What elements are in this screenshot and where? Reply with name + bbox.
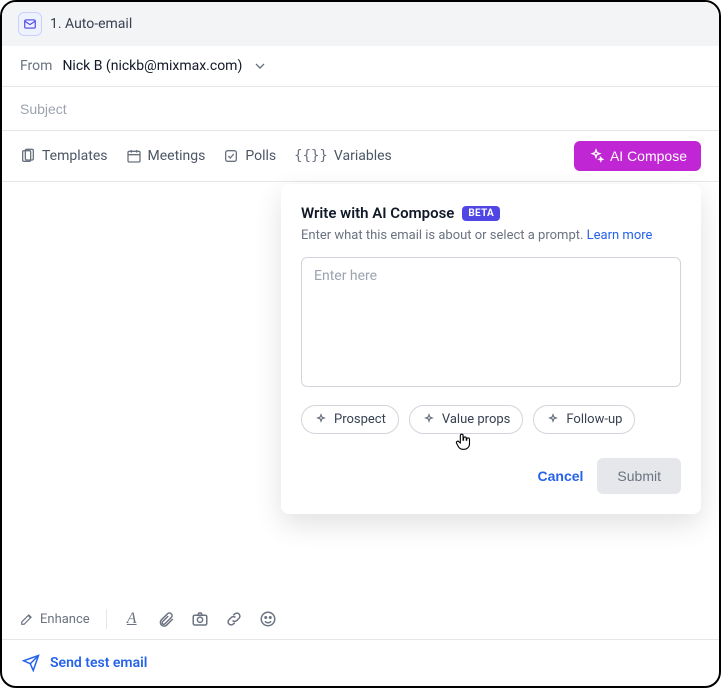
variables-icon: {{}}: [294, 148, 328, 164]
footer: Send test email: [2, 639, 719, 686]
variables-button[interactable]: {{}} Variables: [294, 148, 392, 164]
sparkle-icon: [314, 413, 328, 427]
from-row: From Nick B (nickb@mixmax.com): [2, 46, 719, 87]
ai-compose-button[interactable]: AI Compose: [574, 141, 701, 171]
compose-window: 1. Auto-email From Nick B (nickb@mixmax.…: [0, 0, 721, 688]
subject-row: [2, 87, 719, 131]
chip-prospect[interactable]: Prospect: [301, 405, 399, 434]
enhance-button[interactable]: Enhance: [20, 612, 90, 627]
divider: [106, 609, 107, 629]
chevron-down-icon[interactable]: [252, 58, 268, 74]
sparkle-icon: [422, 413, 436, 427]
chip-follow-up-label: Follow-up: [566, 412, 622, 427]
meetings-label: Meetings: [148, 148, 206, 164]
from-value: Nick B (nickb@mixmax.com): [62, 58, 242, 74]
link-icon[interactable]: [225, 610, 243, 628]
email-body-area[interactable]: Write with AI Compose BETA Enter what th…: [2, 182, 719, 599]
popover-subtitle: Enter what this email is about or select…: [301, 228, 681, 243]
attachment-icon[interactable]: [157, 610, 175, 628]
stage-header: 1. Auto-email: [2, 2, 719, 46]
beta-badge: BETA: [462, 206, 500, 221]
subject-input[interactable]: [20, 101, 701, 117]
chip-follow-up[interactable]: Follow-up: [533, 405, 635, 434]
chip-prospect-label: Prospect: [334, 412, 386, 427]
stage-title: 1. Auto-email: [50, 16, 132, 32]
chip-value-props-label: Value props: [442, 412, 511, 427]
popover-title: Write with AI Compose: [301, 204, 454, 222]
polls-button[interactable]: Polls: [223, 148, 276, 164]
formatting-toolbar: Enhance A: [2, 599, 719, 639]
popover-subtitle-text: Enter what this email is about or select…: [301, 228, 587, 243]
cursor-hand-icon: [453, 430, 475, 454]
ai-prompt-input[interactable]: [301, 257, 681, 387]
templates-label: Templates: [42, 148, 108, 164]
cancel-button[interactable]: Cancel: [538, 468, 584, 484]
learn-more-link[interactable]: Learn more: [587, 228, 653, 243]
text-style-icon[interactable]: A: [123, 610, 141, 628]
ai-compose-label: AI Compose: [610, 148, 687, 164]
variables-label: Variables: [334, 148, 392, 164]
polls-label: Polls: [245, 148, 276, 164]
send-test-email-button[interactable]: Send test email: [22, 654, 147, 672]
sparkle-icon: [546, 413, 560, 427]
prompt-chips: Prospect Value props Follow-up: [301, 405, 681, 434]
camera-icon[interactable]: [191, 610, 209, 628]
ai-compose-popover: Write with AI Compose BETA Enter what th…: [281, 184, 701, 514]
email-stage-icon: [18, 12, 42, 36]
templates-button[interactable]: Templates: [20, 148, 108, 164]
enhance-label: Enhance: [40, 612, 90, 627]
meetings-button[interactable]: Meetings: [126, 148, 206, 164]
send-test-label: Send test email: [50, 655, 147, 671]
emoji-icon[interactable]: [259, 610, 277, 628]
compose-toolbar: Templates Meetings Polls {{}} Variables …: [2, 131, 719, 182]
from-label: From: [20, 58, 52, 74]
submit-button[interactable]: Submit: [597, 458, 681, 494]
